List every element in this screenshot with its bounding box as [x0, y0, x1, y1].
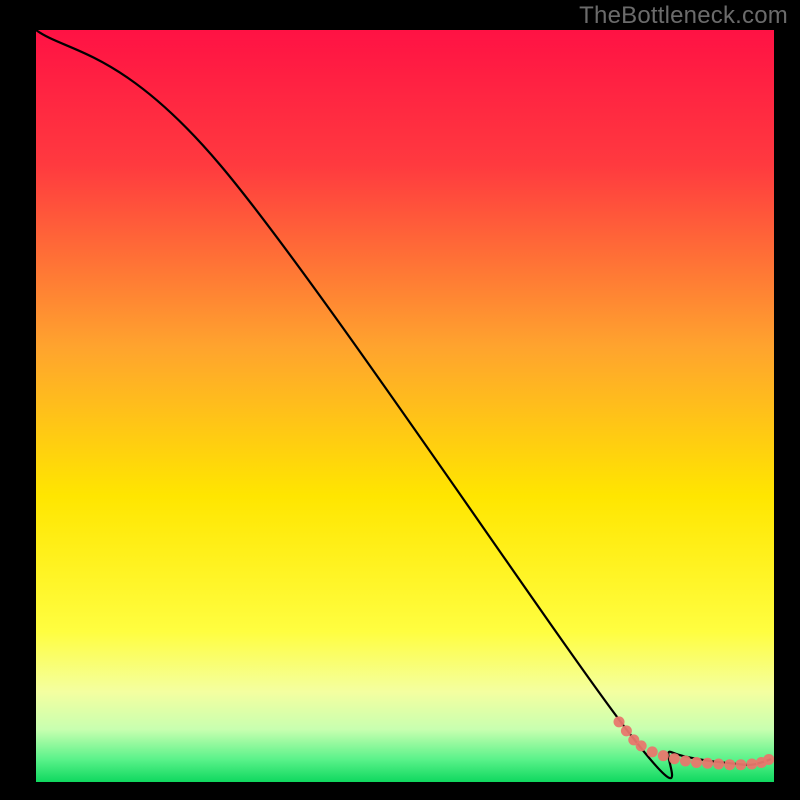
chart-frame: TheBottleneck.com — [0, 0, 800, 800]
data-point-marker — [702, 758, 713, 769]
data-point-marker — [621, 725, 632, 736]
data-point-marker — [763, 754, 774, 765]
heat-gradient-background — [36, 30, 774, 782]
data-point-marker — [691, 757, 702, 768]
data-point-marker — [614, 716, 625, 727]
data-point-marker — [724, 759, 735, 770]
data-point-marker — [647, 746, 658, 757]
watermark-text: TheBottleneck.com — [579, 2, 788, 30]
data-point-marker — [680, 755, 691, 766]
data-point-marker — [669, 753, 680, 764]
data-point-marker — [658, 750, 669, 761]
bottleneck-chart — [36, 30, 774, 782]
data-point-marker — [636, 740, 647, 751]
plot-area — [36, 30, 774, 782]
data-point-marker — [735, 759, 746, 770]
data-point-marker — [713, 758, 724, 769]
data-point-marker — [746, 758, 757, 769]
